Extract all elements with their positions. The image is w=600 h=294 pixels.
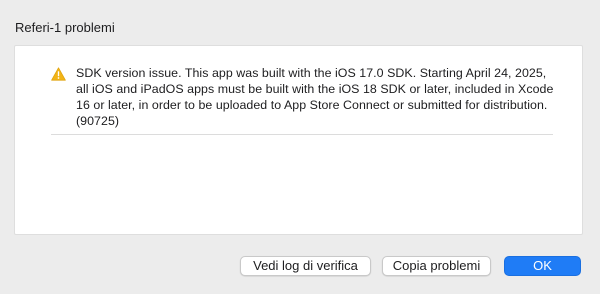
issue-message: SDK version issue. This app was built wi… (76, 66, 554, 128)
issues-panel: SDK version issue. This app was built wi… (14, 45, 583, 235)
issue-row[interactable]: SDK version issue. This app was built wi… (51, 65, 561, 129)
ok-button[interactable]: OK (504, 256, 581, 276)
issue-divider (51, 134, 553, 135)
view-log-button[interactable]: Vedi log di verifica (240, 256, 371, 276)
issues-dialog: Referi-1 problemi SDK version issue. Thi… (0, 0, 600, 294)
warning-icon (51, 67, 66, 81)
copy-issues-button[interactable]: Copia problemi (382, 256, 491, 276)
dialog-title: Referi-1 problemi (15, 20, 115, 35)
